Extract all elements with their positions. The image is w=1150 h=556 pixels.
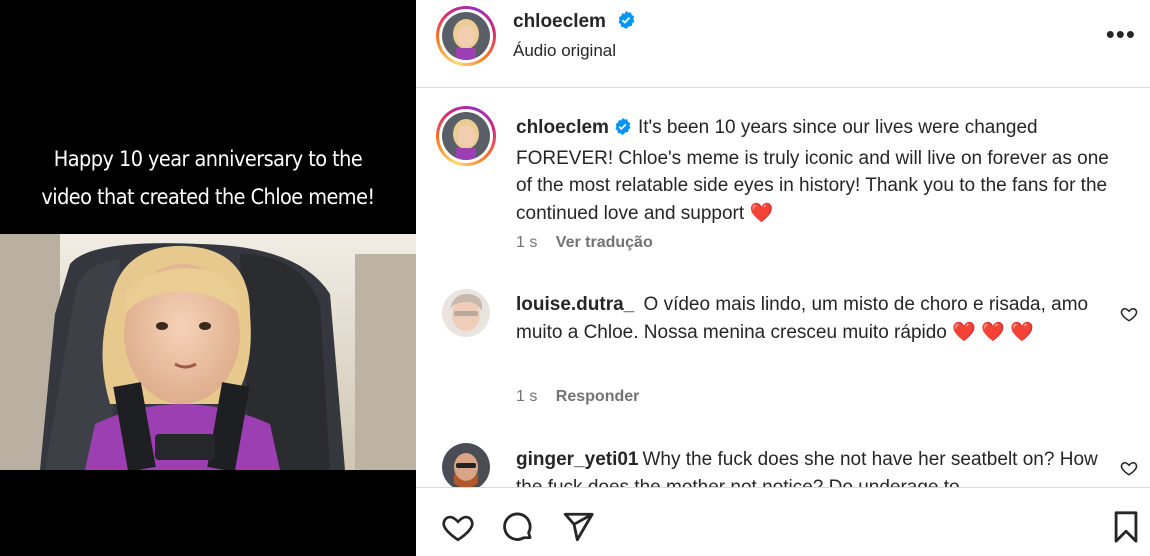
media-caption-line-1: Happy 10 year anniversary to the <box>53 147 363 171</box>
verified-badge-icon <box>616 10 636 35</box>
commenter-avatar[interactable] <box>442 289 490 337</box>
caption-heart-emoji: ❤️ <box>749 202 774 224</box>
comment-text: Why the fuck does she not have her seatb… <box>642 449 1055 470</box>
like-comment-heart-icon[interactable] <box>1120 305 1138 328</box>
audio-label[interactable]: Áudio original <box>513 41 616 61</box>
avatar-image <box>442 12 490 60</box>
more-options-icon[interactable]: ••• <box>1106 21 1136 47</box>
video-still-image <box>0 234 416 470</box>
like-comment-heart-icon[interactable] <box>1120 459 1138 482</box>
caption-author-avatar[interactable] <box>436 106 496 166</box>
comment-1-meta: 1 s Responder <box>516 388 639 406</box>
post-media[interactable]: Happy 10 year anniversary to the video t… <box>0 0 416 556</box>
comment-time: 1 s <box>516 388 538 405</box>
comment-username[interactable]: louise.dutra_ <box>516 294 634 315</box>
translate-button[interactable]: Ver tradução <box>556 234 653 251</box>
comment-2: ginger_yeti01 Why the fuck does she not h… <box>516 446 1116 487</box>
reply-button[interactable]: Responder <box>556 388 640 405</box>
author-avatar[interactable] <box>436 6 496 66</box>
comment-bubble-icon[interactable] <box>501 510 535 549</box>
caption-time: 1 s <box>516 234 538 251</box>
post-panel: chloeclem Áudio original ••• chloeclem It… <box>416 0 1150 556</box>
comment-heart-emojis: ❤️ ❤️ ❤️ <box>952 321 1034 343</box>
media-caption: Happy 10 year anniversary to the video t… <box>17 140 400 216</box>
comments-list[interactable]: chloeclem It's been 10 years since our li… <box>416 89 1150 487</box>
caption-username[interactable]: chloeclem <box>516 117 609 138</box>
caption-meta: 1 s Ver tradução <box>516 234 653 252</box>
verified-badge-icon <box>613 117 632 145</box>
commenter-avatar[interactable] <box>442 443 490 487</box>
like-heart-icon[interactable] <box>441 510 475 549</box>
avatar-image <box>442 112 490 160</box>
header-username[interactable]: chloeclem <box>513 11 606 32</box>
video-frame[interactable] <box>0 234 416 470</box>
media-caption-line-2: video that created the Chloe meme! <box>41 185 375 209</box>
avatar-image <box>442 289 490 337</box>
post-header: chloeclem Áudio original ••• <box>416 0 1150 88</box>
save-bookmark-icon[interactable] <box>1111 510 1141 549</box>
share-send-icon[interactable] <box>561 510 595 549</box>
comment-username[interactable]: ginger_yeti01 <box>516 449 639 470</box>
comment-1: louise.dutra_ O vídeo mais lindo, um mis… <box>516 291 1116 346</box>
post-actions-bar <box>416 487 1150 556</box>
post-caption: chloeclem It's been 10 years since our li… <box>516 114 1116 227</box>
avatar-image <box>442 443 490 487</box>
header-author-line: chloeclem <box>513 10 636 35</box>
